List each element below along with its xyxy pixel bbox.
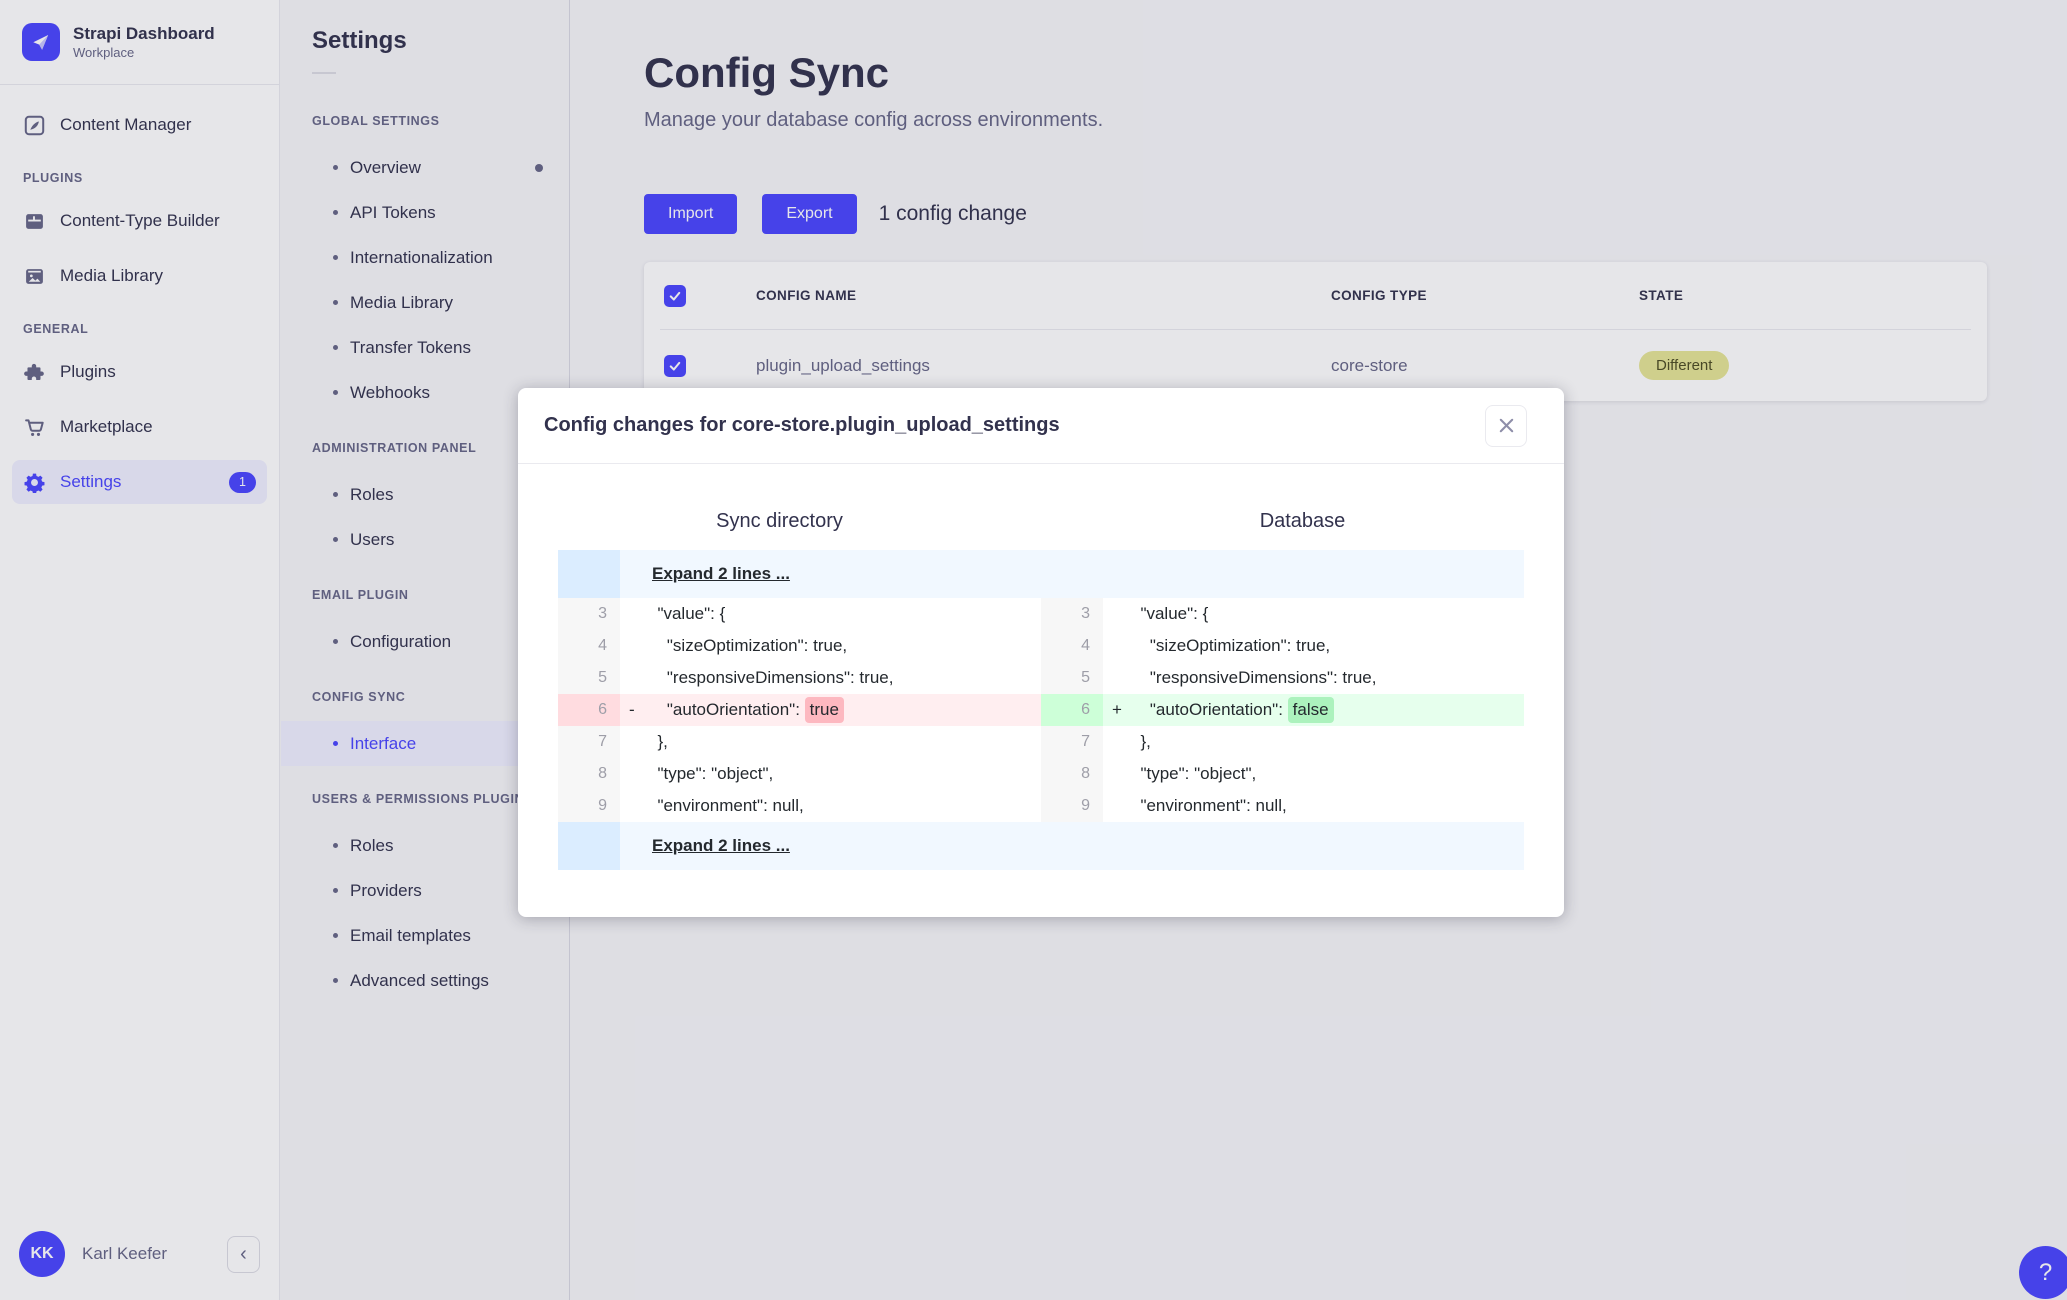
diff-line-changed: 6 - "autoOrientation": true 6 + "autoOri… [558, 694, 1524, 726]
diff-line: 4 "sizeOptimization": true, 4 "sizeOptim… [558, 630, 1524, 662]
diff-fold-row: Expand 2 lines ... [558, 550, 1524, 598]
close-modal-button[interactable] [1485, 404, 1527, 447]
fold-gutter [558, 550, 620, 598]
added-word: false [1287, 697, 1334, 723]
diff-left-header: Sync directory [716, 510, 843, 532]
diff-viewer: Expand 2 lines ... 3 "value": { 3 "value… [558, 550, 1524, 870]
close-icon [1499, 418, 1513, 433]
diff-right-header: Database [1259, 510, 1346, 532]
removed-marker: - [620, 694, 648, 726]
config-changes-modal: Config changes for core-store.plugin_upl… [518, 388, 1564, 917]
removed-word: true [804, 697, 844, 723]
diff-fold-row: Expand 2 lines ... [558, 822, 1524, 870]
fold-gutter [558, 822, 620, 870]
diff-line: 7 }, 7 }, [558, 726, 1524, 758]
modal-title: Config changes for core-store.plugin_upl… [544, 414, 1060, 436]
diff-line: 9 "environment": null, 9 "environment": … [558, 790, 1524, 822]
diff-line: 3 "value": { 3 "value": { [558, 598, 1524, 630]
app-window: Strapi Dashboard Workplace Content Manag… [0, 0, 2067, 1300]
expand-lines-link[interactable]: Expand 2 lines ... [652, 836, 790, 856]
expand-lines-link[interactable]: Expand 2 lines ... [652, 564, 790, 584]
diff-line: 8 "type": "object", 8 "type": "object", [558, 758, 1524, 790]
added-marker: + [1103, 694, 1131, 726]
diff-line: 5 "responsiveDimensions": true, 5 "respo… [558, 662, 1524, 694]
